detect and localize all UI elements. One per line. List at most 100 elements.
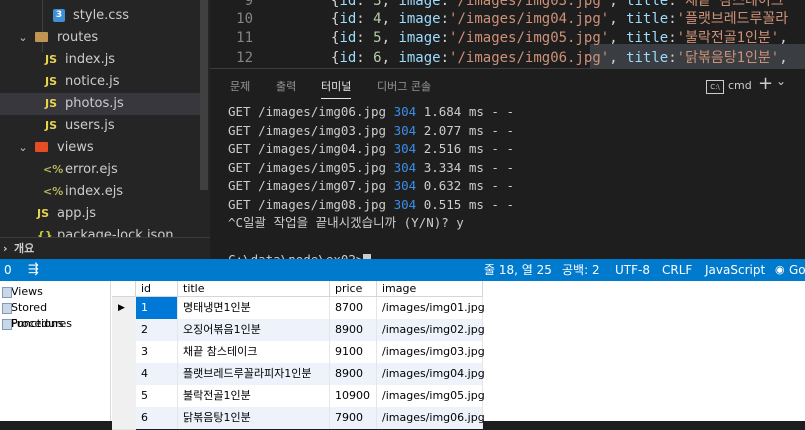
tree-folder-routes[interactable]: ⌄ routes (0, 27, 200, 49)
chevron-down-icon[interactable]: ⌄ (776, 74, 786, 88)
tree-item-label: notice.js (65, 74, 120, 89)
table-cell[interactable]: 5 (136, 385, 178, 407)
tree-folder-views[interactable]: ⌄ views (0, 137, 200, 159)
table-cell[interactable]: 4 (136, 363, 178, 385)
tab-terminal[interactable]: 터미널 (321, 69, 352, 105)
tree-item-index-js[interactable]: JS index.js (0, 49, 200, 71)
table-cell[interactable]: 불락전골1인분 (178, 385, 330, 407)
code-editor[interactable]: 9 {id: 3, image:'/images/img03.jpg', tit… (210, 0, 805, 68)
table-cell[interactable]: /images/img03.jpg (377, 341, 485, 363)
row-indicator[interactable] (112, 341, 136, 364)
column-header-title[interactable]: title (178, 281, 330, 297)
encoding-setting[interactable]: UTF-8 (615, 259, 650, 281)
row-indicator[interactable]: ▶ (112, 297, 136, 320)
chevron-right-icon: › (3, 242, 8, 255)
row-indicator[interactable] (112, 363, 136, 386)
status-code: 304 (393, 159, 417, 175)
tree-item-label: style.css (73, 8, 129, 23)
add-terminal-button[interactable]: + (758, 73, 773, 94)
outline-section[interactable]: › 개요 (0, 237, 210, 260)
eol-setting[interactable]: CRLF (662, 259, 692, 281)
table-cell[interactable]: 플랫브레드루꼴라피자1인분 (178, 363, 330, 385)
live-share-icon[interactable]: ⇶ (28, 259, 39, 281)
table-cell[interactable]: 8900 (330, 363, 377, 385)
code-image: '/images/img05.jpg' (449, 30, 610, 46)
tab-problems[interactable]: 문제 (230, 69, 250, 105)
outline-label: 개요 (14, 242, 35, 255)
tree-item-users-js[interactable]: JS users.js (0, 115, 200, 137)
table-cell[interactable]: 2 (136, 319, 178, 341)
line-number: 11 (236, 30, 253, 46)
status-code: 304 (393, 141, 417, 156)
code-title: '닭볶음탕1인분' (676, 50, 780, 66)
tree-item-index-ejs[interactable]: <% index.ejs (0, 181, 200, 203)
table-cell[interactable]: 채끝 참스테이크 (178, 341, 330, 363)
status-code: 304 (393, 104, 417, 119)
table-cell[interactable]: 오징어볶음1인분 (178, 319, 330, 341)
code-line: 11 {id: 5, image:'/images/img05.jpg', ti… (210, 27, 805, 49)
tree-item-style-css[interactable]: 3 style.css (0, 5, 200, 27)
table-cell[interactable]: 10900 (330, 385, 377, 407)
folder-icon (35, 142, 48, 152)
js-file-icon: JS (45, 75, 58, 88)
http-method: GET (228, 104, 251, 119)
table-cell[interactable]: 1 (136, 297, 178, 319)
shell-selector[interactable]: cmd (728, 79, 752, 92)
table-cell[interactable]: 닭볶음탕1인분 (178, 407, 330, 429)
row-indicator[interactable] (112, 407, 136, 430)
go-live-button[interactable]: Go (789, 259, 805, 281)
tree-item-label: index.ejs (65, 184, 124, 199)
column-header-id[interactable]: id (136, 281, 178, 297)
tab-output[interactable]: 출력 (276, 69, 296, 105)
table-cell[interactable]: /images/img02.jpg (377, 319, 485, 341)
table-cell[interactable]: 명태냉면1인분 (178, 297, 330, 319)
request-path: /images/img08.jpg (258, 196, 387, 212)
tree-item-error-ejs[interactable]: <% error.ejs (0, 159, 200, 181)
response-time: 2.516 ms - - (423, 141, 514, 156)
terminal-line: GET /images/img03.jpg 304 2.077 ms - - (228, 122, 514, 141)
tree-item-label: Views (11, 285, 43, 298)
table-cell[interactable]: /images/img04.jpg (377, 363, 485, 385)
column-header-price[interactable]: price (330, 281, 377, 297)
column-header-image[interactable]: image (377, 281, 483, 297)
table-cell[interactable]: /images/img05.jpg (377, 385, 485, 407)
tree-item-photos-js[interactable]: JS photos.js (0, 93, 200, 115)
problems-count[interactable]: 0 (4, 259, 12, 281)
current-row-arrow-icon: ▶ (118, 303, 125, 313)
tree-item-app-js[interactable]: JS app.js (0, 203, 200, 225)
code-line: 12 {id: 6, image:'/images/img06.jpg', ti… (210, 47, 805, 68)
status-code: 304 (393, 178, 417, 193)
table-cell[interactable]: 6 (136, 407, 178, 429)
tree-item-label: routes (57, 30, 99, 45)
table-cell[interactable]: 9100 (330, 341, 377, 363)
row-indicator[interactable] (112, 385, 136, 408)
table-cell[interactable]: 8900 (330, 319, 377, 341)
tree-item-views[interactable]: Views (2, 284, 43, 300)
tree-item-functions[interactable]: Functions (2, 316, 64, 332)
table-cell[interactable]: 3 (136, 341, 178, 363)
row-indicator[interactable] (112, 319, 136, 342)
language-mode[interactable]: JavaScript (705, 259, 765, 281)
http-method: GET (228, 178, 251, 193)
terminal-output[interactable]: GET /images/img06.jpg 304 1.684 ms - - G… (228, 103, 514, 270)
tree-item-label: package-lock.json (57, 228, 174, 237)
table-cell[interactable]: 8700 (330, 297, 377, 319)
indent-setting[interactable]: 공백: 2 (562, 259, 600, 281)
table-cell[interactable]: /images/img06.jpg (377, 407, 485, 429)
cursor-position[interactable]: 줄 18, 열 25 (484, 259, 552, 281)
db-object-tree: Views Stored Procedures Functions (0, 281, 111, 421)
code-title: '불락전골1인분' (676, 30, 780, 46)
explorer-scrollbar[interactable] (200, 0, 208, 190)
tree-item-stored-procedures[interactable]: Stored Procedures (2, 300, 110, 330)
terminal-line: GET /images/img05.jpg 304 3.334 ms - - (228, 159, 514, 178)
explorer-panel: 3 style.css ⌄ routes JS index.js JS noti… (0, 0, 210, 237)
table-cell[interactable]: /images/img01.jpg (377, 297, 485, 319)
table-cell[interactable]: 7900 (330, 407, 377, 429)
tree-item-notice-js[interactable]: JS notice.js (0, 71, 200, 93)
tree-item-package-lock-json[interactable]: {} package-lock.json (0, 225, 200, 237)
code-title: '플랫브레드루꼴라 (676, 11, 789, 27)
tab-debug-console[interactable]: 디버그 콘솔 (377, 69, 431, 105)
response-time: 2.077 ms - - (423, 122, 514, 138)
folder-icon (2, 319, 12, 330)
request-path: /images/img04.jpg (258, 141, 387, 156)
